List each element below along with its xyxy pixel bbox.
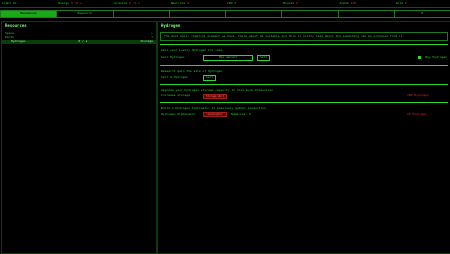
divider: [160, 83, 448, 85]
build-siphonator-button[interactable]: Siphonator: [203, 112, 227, 118]
tab-8[interactable]: R: [393, 10, 450, 18]
divider: [160, 64, 448, 66]
resource-detail-panel: Hydrogen The most basic chemical element…: [157, 21, 450, 254]
sell-amount-input[interactable]: Max amount: [203, 54, 253, 61]
upgrade-row: Increase storage Storage Unit 100 Hydrog…: [158, 93, 450, 99]
status-item: Uranium 0 /0 s: [114, 1, 141, 5]
tab-bar: Resources Research R: [0, 10, 450, 18]
tab-7[interactable]: [337, 10, 395, 18]
status-item: Light On: [2, 1, 17, 5]
tab-3[interactable]: [112, 10, 170, 18]
resource-description: The most basic chemical element we have,…: [160, 31, 448, 42]
generator-cost: 10 Hydrogen: [407, 111, 427, 116]
status-item: Alpha 128: [339, 1, 356, 5]
tab-research[interactable]: Research: [56, 10, 114, 18]
sell-button[interactable]: Sell: [257, 54, 271, 61]
panel-title: Resources: [5, 23, 27, 28]
divider: [160, 44, 448, 46]
resources-panel: Resources Space ▸ Earth ▾ Hydrogen 0 / s…: [1, 21, 157, 254]
status-item: Energy 0 /0 s: [58, 1, 82, 5]
resource-title: Hydrogen: [161, 23, 181, 28]
status-item: Gold 0: [395, 1, 407, 5]
owned-count: Numerous: 0: [231, 111, 251, 116]
status-bar: Light On Energy 0 /0 s Uranium 0 /0 s Neut…: [0, 0, 450, 8]
auto-sell-checkbox[interactable]: [418, 56, 422, 60]
storage-row: Sell & Hydrogen Sell: [158, 74, 450, 81]
upgrade-storage-button[interactable]: Storage Unit: [203, 93, 227, 99]
upgrade-cost: 100 Hydrogen: [407, 93, 429, 98]
status-item: CPU 0: [227, 1, 237, 5]
status-item: Monies 0: [283, 1, 298, 5]
tab-5[interactable]: [225, 10, 283, 18]
generator-row: Hydrogen Siphonator Siphonator Numerous:…: [158, 112, 450, 118]
sell-row: Sell Hydrogen Max amount Sell Buy Hydrog…: [161, 54, 447, 61]
tab-resources[interactable]: Resources: [0, 10, 58, 18]
storage-sell-button[interactable]: Sell: [203, 74, 217, 81]
divider: [160, 102, 448, 104]
status-item: Neutrons 0: [170, 1, 190, 5]
tab-6[interactable]: [281, 10, 339, 18]
tab-4[interactable]: [168, 10, 226, 18]
tree-item-hydrogen[interactable]: Hydrogen 0 / s Storage: [2, 39, 156, 44]
